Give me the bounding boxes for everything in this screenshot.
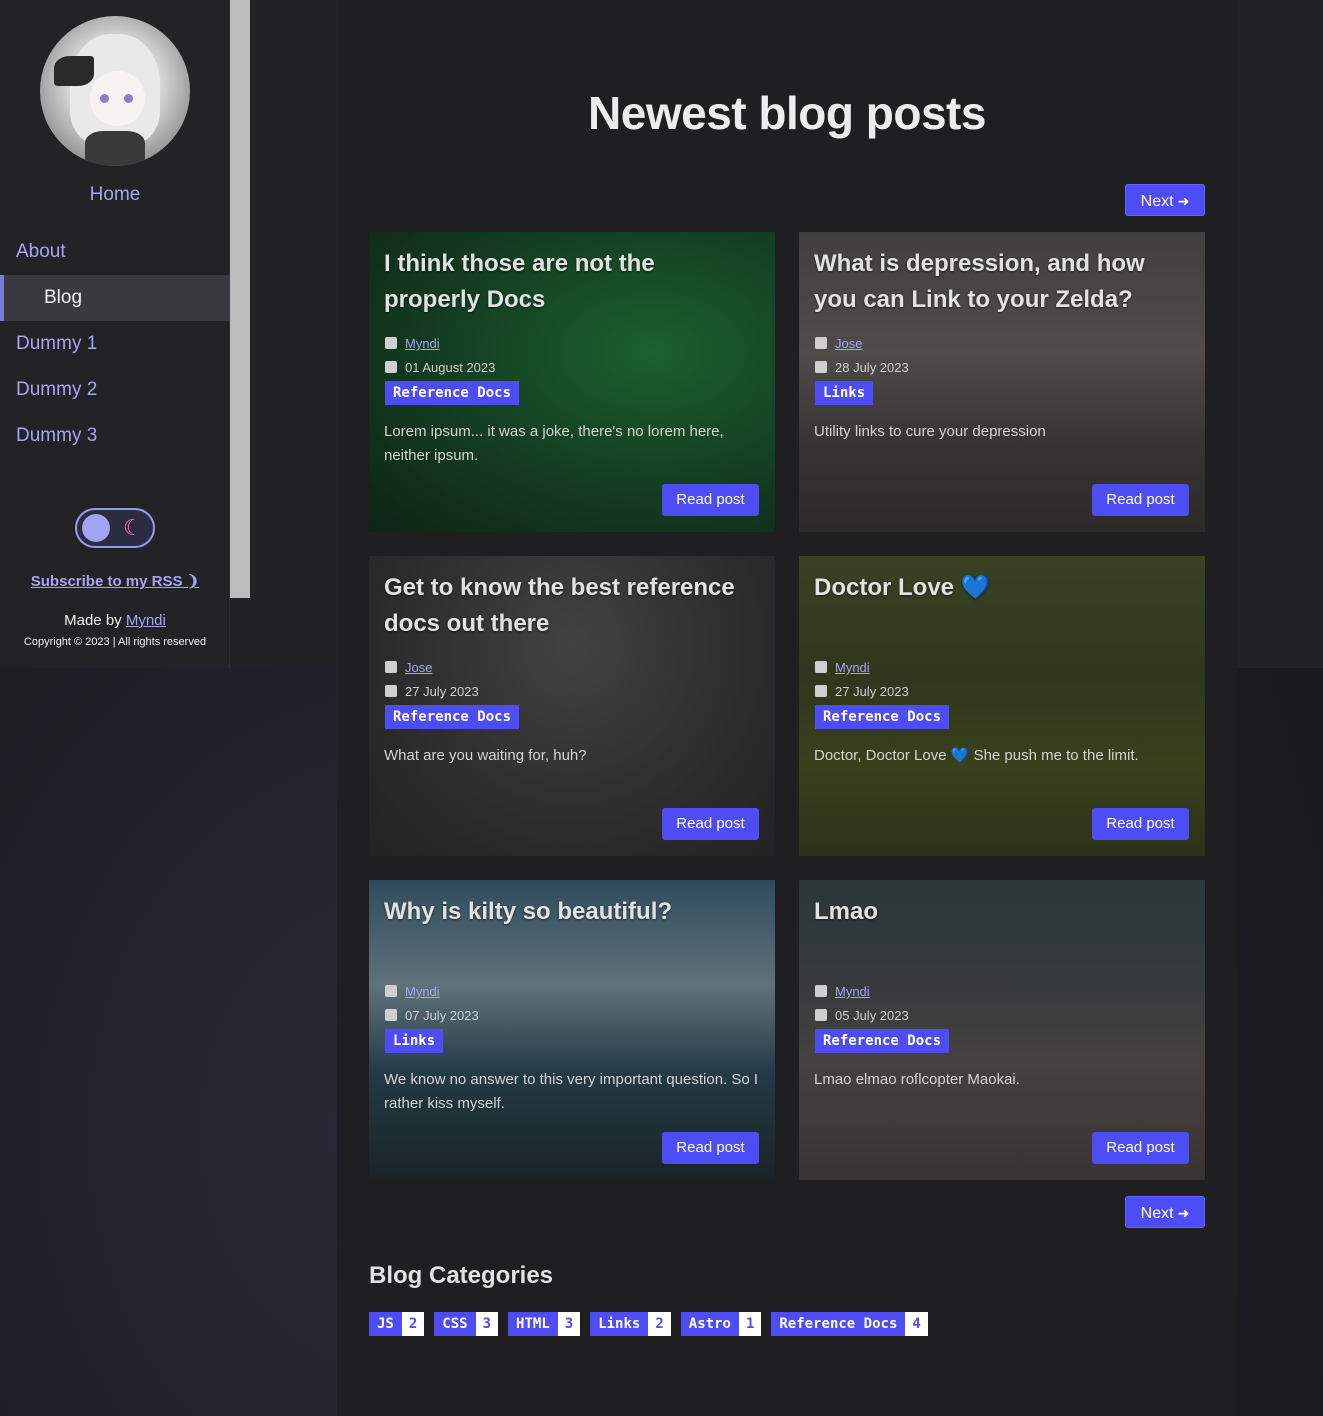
categories-list: JS 2 CSS 3 HTML 3 Links 2 Astro 1 Reference D… [369, 1312, 928, 1336]
calendar-icon [815, 685, 827, 697]
user-icon [385, 337, 397, 349]
post-card[interactable]: Doctor Love 💙 Myndi 27 July 2023 Referen… [799, 556, 1205, 856]
post-date: 07 July 2023 [385, 1008, 479, 1023]
post-author: Jose [815, 336, 862, 351]
post-description: Utility links to cure your depression [814, 423, 1046, 440]
post-date: 01 August 2023 [385, 360, 495, 375]
calendar-icon [815, 361, 827, 373]
nav-item-dummy-2[interactable]: Dummy 2 [0, 367, 230, 413]
arrow-right-icon: ➜ [1177, 1205, 1190, 1221]
post-tag[interactable]: Reference Docs [815, 705, 950, 729]
post-description: Doctor, Doctor Love 💙 She push me to the… [814, 747, 1139, 764]
post-title[interactable]: What is depression, and how you can Link… [814, 246, 1184, 318]
nav-item-about[interactable]: About [0, 229, 230, 275]
user-icon [815, 985, 827, 997]
toggle-knob [82, 514, 110, 542]
home-link[interactable]: Home [0, 184, 230, 206]
read-post-button[interactable]: Read post [662, 808, 759, 840]
post-date: 05 July 2023 [815, 1008, 909, 1023]
user-icon [385, 985, 397, 997]
post-title[interactable]: I think those are not the properly Docs [384, 246, 754, 318]
post-card[interactable]: Lmao Myndi 05 July 2023 Reference Docs L… [799, 880, 1205, 1180]
page-title: Newest blog posts [588, 87, 986, 139]
category-html[interactable]: HTML 3 [508, 1312, 581, 1336]
post-date: 27 July 2023 [815, 684, 909, 699]
rss-link[interactable]: Subscribe to my RSS ❩ [0, 572, 230, 590]
user-icon [815, 337, 827, 349]
post-title[interactable]: Doctor Love 💙 [814, 570, 1184, 606]
rss-icon: ❩ [186, 573, 200, 590]
post-tag[interactable]: Reference Docs [815, 1029, 950, 1053]
next-button-bottom[interactable]: Next ➜ [1125, 1196, 1205, 1228]
post-tag[interactable]: Reference Docs [385, 705, 520, 729]
read-post-button[interactable]: Read post [662, 1132, 759, 1164]
category-css[interactable]: CSS 3 [434, 1312, 499, 1336]
calendar-icon [385, 1009, 397, 1021]
category-reference-docs[interactable]: Reference Docs 4 [771, 1312, 928, 1336]
nav-item-blog[interactable]: Blog [0, 275, 230, 321]
avatar [40, 16, 190, 166]
user-icon [815, 661, 827, 673]
post-description: Lorem ipsum... it was a joke, there's no… [384, 423, 724, 464]
post-author: Myndi [815, 660, 870, 675]
post-card[interactable]: Get to know the best reference docs out … [369, 556, 775, 856]
copyright: Copyright © 2023 | All rights reserved [23, 636, 207, 648]
post-date: 28 July 2023 [815, 360, 909, 375]
post-title[interactable]: Lmao [814, 894, 1184, 930]
calendar-icon [385, 361, 397, 373]
post-tag[interactable]: Reference Docs [385, 381, 520, 405]
nav-item-dummy-1[interactable]: Dummy 1 [0, 321, 230, 367]
calendar-icon [385, 685, 397, 697]
post-description: Lmao elmao roflcopter Maokai. [814, 1071, 1020, 1088]
post-author: Myndi [385, 336, 440, 351]
post-tag[interactable]: Links [815, 381, 874, 405]
category-links[interactable]: Links 2 [590, 1312, 671, 1336]
post-author: Myndi [815, 984, 870, 999]
post-tag[interactable]: Links [385, 1029, 444, 1053]
post-card[interactable]: What is depression, and how you can Link… [799, 232, 1205, 532]
read-post-button[interactable]: Read post [1092, 484, 1189, 516]
post-author: Jose [385, 660, 432, 675]
post-description: What are you waiting for, huh? [384, 747, 587, 764]
made-by: Made by Myndi [64, 612, 166, 629]
post-title[interactable]: Get to know the best reference docs out … [384, 570, 754, 642]
theme-toggle[interactable]: ☾ [75, 508, 155, 548]
sidebar-scrollbar[interactable] [230, 0, 250, 598]
category-js[interactable]: JS 2 [369, 1312, 425, 1336]
read-post-button[interactable]: Read post [1092, 1132, 1189, 1164]
user-icon [385, 661, 397, 673]
post-card[interactable]: Why is kilty so beautiful? Myndi 07 July… [369, 880, 775, 1180]
categories-title: Blog Categories [369, 1262, 554, 1289]
author-link[interactable]: Myndi [126, 612, 166, 629]
read-post-button[interactable]: Read post [1092, 808, 1189, 840]
post-title[interactable]: Why is kilty so beautiful? [384, 894, 754, 930]
next-button-top[interactable]: Next ➜ [1125, 184, 1205, 216]
post-author: Myndi [385, 984, 440, 999]
arrow-right-icon: ➜ [1177, 193, 1190, 209]
scrollbar-thumb[interactable] [230, 0, 250, 598]
post-date: 27 July 2023 [385, 684, 479, 699]
calendar-icon [815, 1009, 827, 1021]
category-astro[interactable]: Astro 1 [680, 1312, 762, 1336]
moon-icon: ☾ [123, 515, 143, 540]
post-card[interactable]: I think those are not the properly Docs … [369, 232, 775, 532]
nav-item-dummy-3[interactable]: Dummy 3 [0, 413, 230, 459]
sidebar: Home About Blog Dummy 1 Dummy 2 Dummy 3 … [0, 0, 230, 668]
post-description: We know no answer to this very important… [384, 1071, 759, 1112]
read-post-button[interactable]: Read post [662, 484, 759, 516]
sidebar-nav: About Blog Dummy 1 Dummy 2 Dummy 3 [0, 229, 230, 459]
